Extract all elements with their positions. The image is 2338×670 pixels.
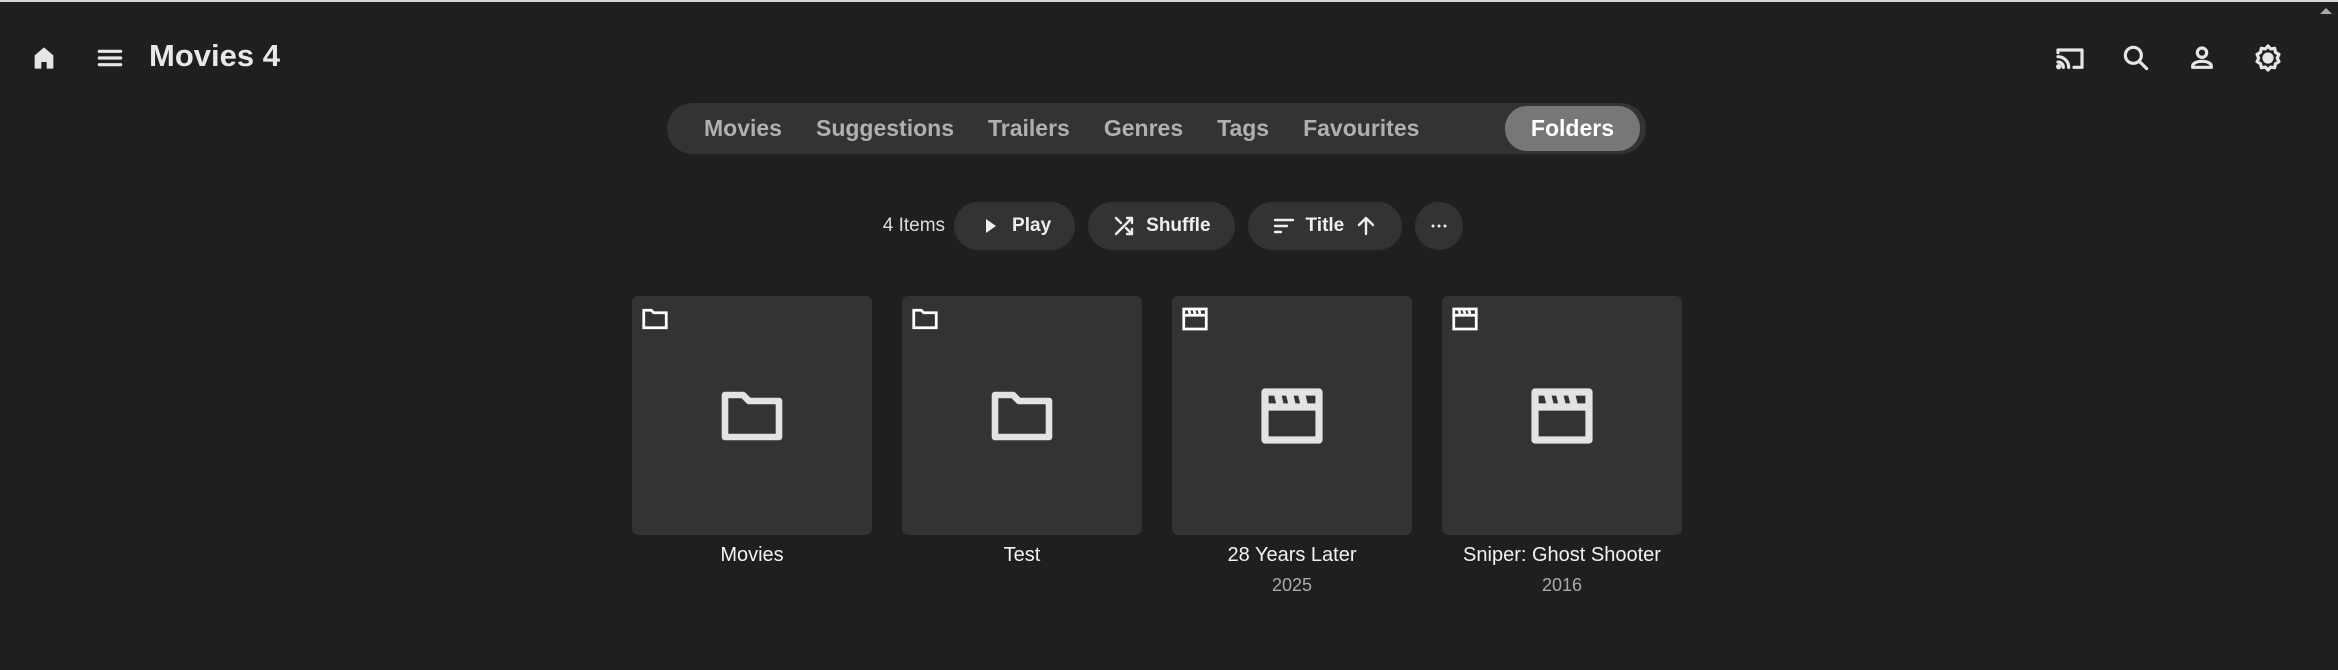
movie-card-sniper-ghost-shooter[interactable]: Sniper: Ghost Shooter 2016 [1442,296,1682,596]
library-tabs: Movies Suggestions Trailers Genres Tags … [667,103,1646,154]
cast-icon [2056,48,2084,70]
search-button[interactable] [2112,34,2160,82]
shuffle-label: Shuffle [1146,215,1211,236]
more-button[interactable] [1415,202,1464,250]
tab-trailers[interactable]: Trailers [971,107,1087,150]
card-year: 2025 [1271,575,1313,595]
card-title[interactable]: Test [902,544,1142,567]
card-title[interactable]: 28 Years Later [1172,544,1412,567]
tab-folders[interactable]: Folders [1504,106,1640,151]
card-poster[interactable] [1442,296,1682,535]
card-poster[interactable] [1172,296,1412,535]
tab-suggestions[interactable]: Suggestions [799,107,971,150]
page-title: Movies 4 [149,38,280,73]
shuffle-icon [1114,216,1134,236]
tab-movies[interactable]: Movies [687,107,799,150]
home-icon [34,47,54,69]
search-icon [2123,45,2149,71]
card-year: 2016 [1541,575,1583,595]
play-button[interactable]: Play [954,202,1076,250]
card-title[interactable]: Movies [632,544,872,567]
movie-clapper-icon [1256,380,1328,452]
folder-icon [640,304,670,334]
folder-card-movies[interactable]: Movies [632,296,872,567]
movie-clapper-icon [1526,380,1598,452]
tab-tags[interactable]: Tags [1200,107,1286,150]
item-count: 4 Items [882,215,946,236]
folder-card-test[interactable]: Test [902,296,1142,567]
tab-genres[interactable]: Genres [1087,107,1200,150]
user-button[interactable] [2178,34,2226,82]
scrollbar-up-arrow[interactable] [2320,8,2332,14]
arrow-up-icon [1358,216,1375,236]
play-icon [986,219,997,233]
more-horizontal-icon [1431,224,1447,228]
movie-clapper-icon [1450,304,1480,334]
movie-clapper-icon [1180,304,1210,334]
menu-button[interactable] [86,34,134,82]
home-button[interactable] [20,34,68,82]
card-poster[interactable] [632,296,872,535]
play-label: Play [1012,215,1052,236]
folder-icon [716,380,788,452]
sort-icon [1273,218,1294,234]
gear-icon [2255,44,2281,72]
folder-icon [986,380,1058,452]
card-poster[interactable] [902,296,1142,535]
movie-card-28-years-later[interactable]: 28 Years Later 2025 [1172,296,1412,596]
shuffle-button[interactable]: Shuffle [1088,202,1235,250]
sort-label: Title [1305,215,1345,236]
menu-icon [97,49,123,67]
cast-button[interactable] [2046,34,2094,82]
card-title[interactable]: Sniper: Ghost Shooter [1442,544,1682,567]
sort-button[interactable]: Title [1247,202,1403,250]
tab-favourites[interactable]: Favourites [1286,107,1436,150]
user-icon [2191,46,2213,69]
toolbar: 4 Items Play Shuffle Title [0,202,2338,250]
settings-button[interactable] [2244,34,2292,82]
folder-icon [910,304,940,334]
